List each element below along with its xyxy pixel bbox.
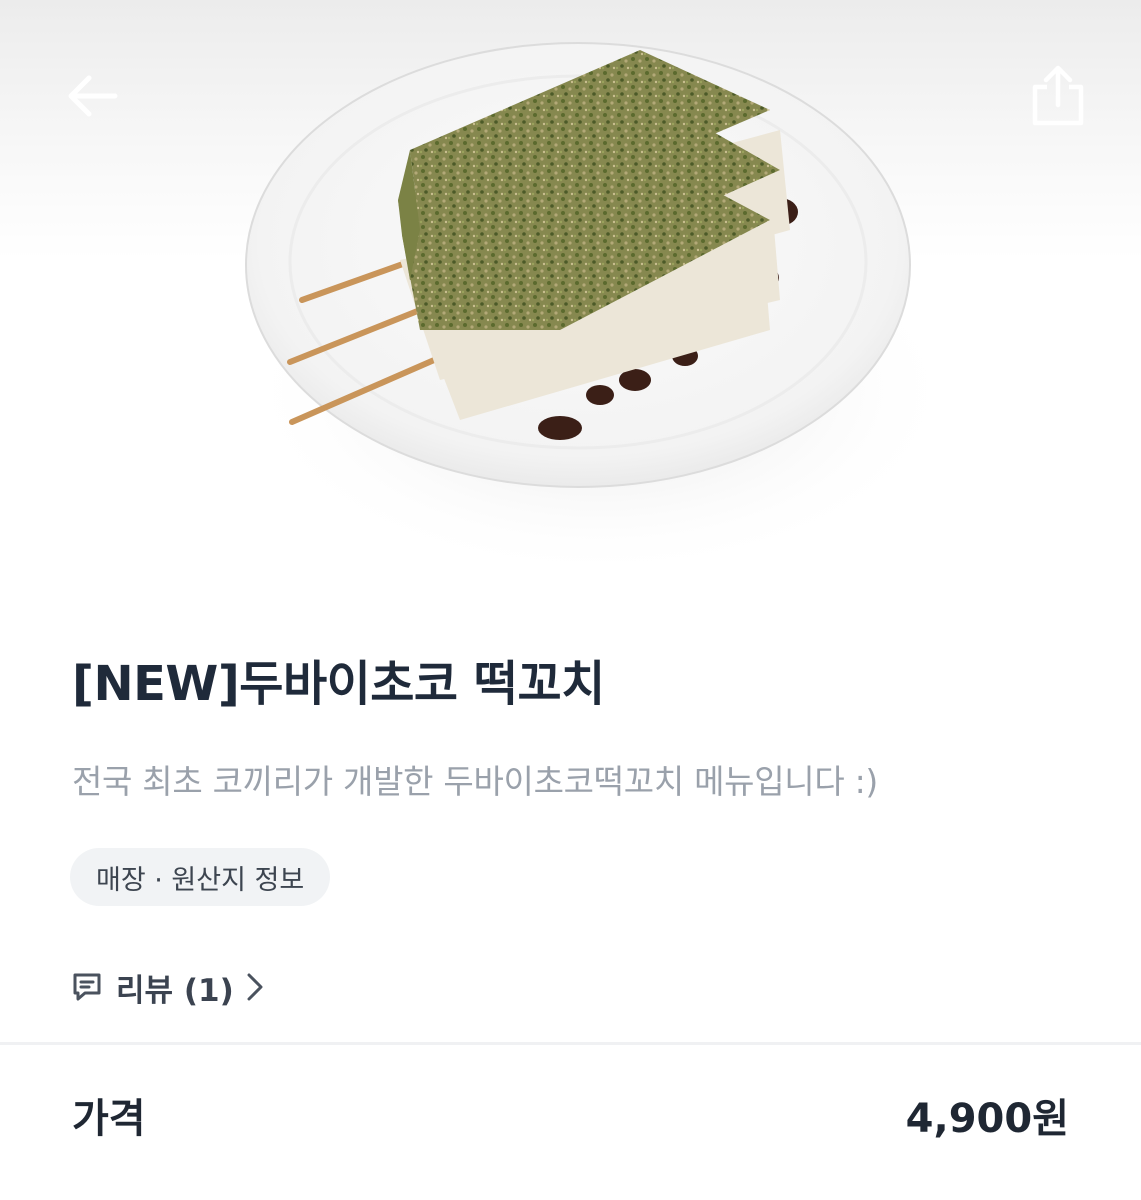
tteok-skewer-illustration	[240, 42, 960, 580]
arrow-left-icon	[68, 75, 118, 117]
share-icon	[1032, 65, 1084, 126]
chat-bubble-icon	[73, 973, 101, 1001]
price-label: 가격	[72, 1096, 146, 1142]
back-button[interactable]	[52, 56, 132, 136]
review-count-label: 리뷰 (1)	[116, 972, 234, 1009]
section-divider	[0, 1042, 1141, 1045]
product-image	[0, 0, 1141, 600]
store-origin-info-button[interactable]: 매장 · 원산지 정보	[70, 848, 331, 906]
product-description: 전국 최초 코끼리가 개발한 두바이초코떡꼬치 메뉴입니다 :)	[72, 762, 878, 801]
share-button[interactable]	[1018, 56, 1098, 136]
chevron-right-icon	[247, 973, 263, 1001]
price-value: 4,900원	[905, 1096, 1069, 1142]
product-title: [NEW]두바이초코 떡꼬치	[72, 656, 605, 712]
reviews-link[interactable]: 리뷰 (1)	[70, 962, 264, 1012]
